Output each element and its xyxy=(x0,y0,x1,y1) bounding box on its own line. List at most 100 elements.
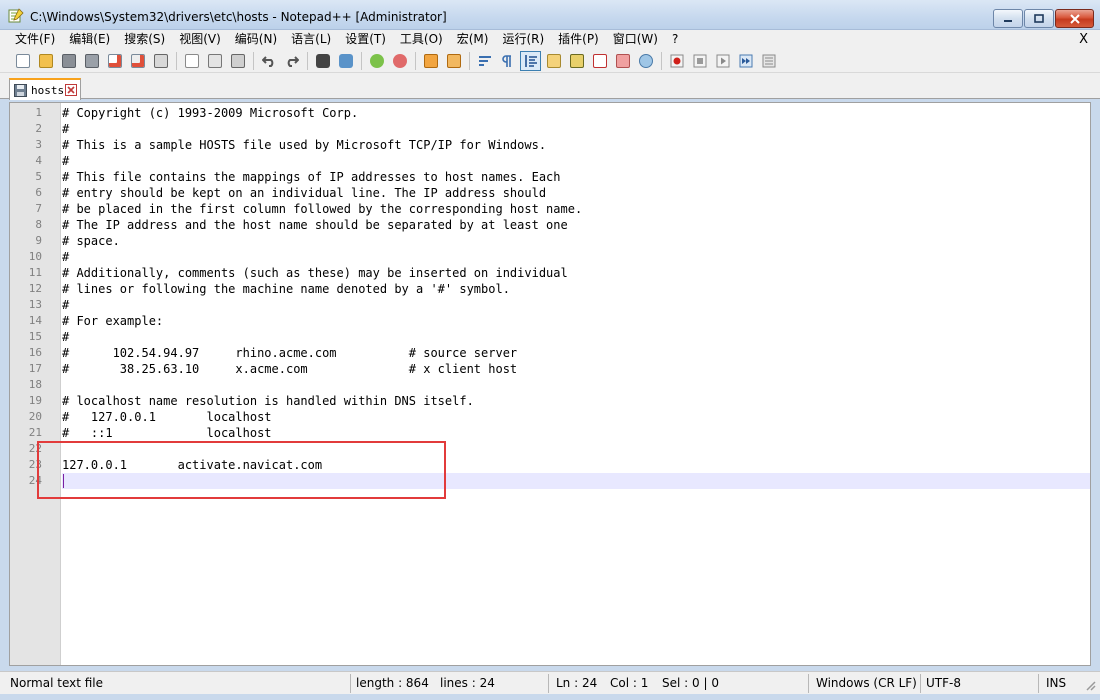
code-line[interactable]: # 127.0.0.1 localhost xyxy=(62,409,1090,425)
code-line[interactable]: # entry should be kept on an individual … xyxy=(62,185,1090,201)
save-button[interactable] xyxy=(58,51,79,71)
status-sel: Sel : 0 | 0 xyxy=(662,676,719,690)
tab-hosts[interactable]: hosts xyxy=(9,78,81,100)
menu-language[interactable]: 语言(L) xyxy=(284,30,338,49)
function-list-button[interactable] xyxy=(589,51,610,71)
minimize-icon xyxy=(1004,19,1012,22)
code-line[interactable] xyxy=(62,377,1090,393)
minimize-button[interactable] xyxy=(993,9,1023,28)
word-wrap-button[interactable] xyxy=(474,51,495,71)
toolbar-separator xyxy=(307,51,308,70)
replace-button[interactable] xyxy=(335,51,356,71)
zoom-in-icon xyxy=(369,53,384,68)
notepadpp-app-icon xyxy=(8,8,24,23)
save-all-button[interactable] xyxy=(81,51,102,71)
folder-workspace-button[interactable] xyxy=(612,51,633,71)
code-line[interactable]: # xyxy=(62,297,1090,313)
stop-record-button[interactable] xyxy=(689,51,710,71)
record-macro-icon xyxy=(670,54,683,67)
code-line[interactable]: # The IP address and the host name shoul… xyxy=(62,217,1090,233)
print-button[interactable] xyxy=(150,51,171,71)
menu-run[interactable]: 运行(R) xyxy=(495,30,551,49)
code-line[interactable]: # xyxy=(62,121,1090,137)
close-window-button[interactable] xyxy=(1055,9,1094,28)
status-length: length : 864 xyxy=(356,676,429,690)
line-number: 3 xyxy=(35,138,42,151)
editor-pane[interactable]: 1 2 3 4 5 6 7 8 9 10 11 12 13 14 15 16 17 18 19 20 21 22 23 24 … xyxy=(9,102,1091,666)
monitoring-button[interactable] xyxy=(635,51,656,71)
maximize-button[interactable] xyxy=(1024,9,1054,28)
user-language-icon xyxy=(546,53,561,68)
restore-icon xyxy=(1034,13,1044,23)
close-document-button[interactable]: X xyxy=(1079,30,1088,49)
line-number: 10 xyxy=(28,250,42,263)
zoom-in-button[interactable] xyxy=(366,51,387,71)
code-line[interactable]: # ::1 localhost xyxy=(62,425,1090,441)
close-icon xyxy=(1069,13,1080,24)
find-button[interactable] xyxy=(312,51,333,71)
status-file-type: Normal text file xyxy=(10,676,104,690)
code-line[interactable]: # Copyright (c) 1993-2009 Microsoft Corp… xyxy=(62,105,1090,121)
code-line[interactable]: # be placed in the first column followed… xyxy=(62,201,1090,217)
code-line[interactable]: # xyxy=(62,249,1090,265)
status-eol[interactable]: Windows (CR LF) xyxy=(816,672,917,694)
copy-icon xyxy=(207,53,222,68)
code-line[interactable]: # xyxy=(62,329,1090,345)
paste-button[interactable] xyxy=(227,51,248,71)
open-file-button[interactable] xyxy=(35,51,56,71)
user-language-button[interactable] xyxy=(543,51,564,71)
menu-view[interactable]: 视图(V) xyxy=(172,30,228,49)
menu-encoding[interactable]: 编码(N) xyxy=(228,30,284,49)
undo-button[interactable] xyxy=(258,51,279,71)
copy-button[interactable] xyxy=(204,51,225,71)
menu-file[interactable]: 文件(F) xyxy=(8,30,62,49)
document-map-button[interactable] xyxy=(566,51,587,71)
code-line[interactable]: # Additionally, comments (such as these)… xyxy=(62,265,1090,281)
status-encoding[interactable]: UTF-8 xyxy=(926,672,961,694)
code-line[interactable]: # This file contains the mappings of IP … xyxy=(62,169,1090,185)
save-macro-button[interactable] xyxy=(758,51,779,71)
menu-settings[interactable]: 设置(T) xyxy=(338,30,393,49)
record-macro-button[interactable] xyxy=(666,51,687,71)
cut-button[interactable] xyxy=(181,51,202,71)
status-insert-mode[interactable]: INS xyxy=(1046,672,1066,694)
code-area[interactable]: # Copyright (c) 1993-2009 Microsoft Corp… xyxy=(62,103,1090,665)
sync-horizontal-button[interactable] xyxy=(443,51,464,71)
new-file-button[interactable] xyxy=(12,51,33,71)
menu-edit[interactable]: 编辑(E) xyxy=(62,30,117,49)
highlight-annotation-box xyxy=(37,441,446,499)
status-divider xyxy=(1038,674,1039,693)
resize-grip-icon[interactable] xyxy=(1084,679,1096,691)
show-all-chars-button[interactable] xyxy=(497,51,518,71)
menu-tools[interactable]: 工具(O) xyxy=(393,30,450,49)
code-line[interactable]: # 38.25.63.10 x.acme.com # x client host xyxy=(62,361,1090,377)
tab-close-icon[interactable] xyxy=(65,84,77,96)
tab-bar: hosts xyxy=(0,73,1100,100)
status-col: Col : 1 xyxy=(610,676,649,690)
close-file-button[interactable] xyxy=(104,51,125,71)
menu-window[interactable]: 窗口(W) xyxy=(606,30,665,49)
code-line[interactable]: # 102.54.94.97 rhino.acme.com # source s… xyxy=(62,345,1090,361)
title-bar[interactable]: C:\Windows\System32\drivers\etc\hosts - … xyxy=(0,0,1100,30)
run-macro-multiple-button[interactable] xyxy=(735,51,756,71)
code-line[interactable]: # space. xyxy=(62,233,1090,249)
menu-plugins[interactable]: 插件(P) xyxy=(551,30,606,49)
zoom-out-button[interactable] xyxy=(389,51,410,71)
run-macro-multiple-icon xyxy=(739,54,752,67)
code-line[interactable]: # localhost name resolution is handled w… xyxy=(62,393,1090,409)
code-line[interactable]: # For example: xyxy=(62,313,1090,329)
code-line[interactable]: # xyxy=(62,153,1090,169)
play-macro-button[interactable] xyxy=(712,51,733,71)
function-list-icon xyxy=(592,53,607,68)
close-all-button[interactable] xyxy=(127,51,148,71)
menu-macro[interactable]: 宏(M) xyxy=(450,30,496,49)
code-line[interactable]: # This is a sample HOSTS file used by Mi… xyxy=(62,137,1090,153)
code-line[interactable]: # lines or following the machine name de… xyxy=(62,281,1090,297)
indent-guide-button[interactable] xyxy=(520,50,541,71)
line-number: 6 xyxy=(35,186,42,199)
redo-button[interactable] xyxy=(281,51,302,71)
toolbar-separator xyxy=(253,51,254,70)
sync-vertical-button[interactable] xyxy=(420,51,441,71)
menu-help[interactable]: ? xyxy=(665,30,685,49)
menu-search[interactable]: 搜索(S) xyxy=(117,30,172,49)
